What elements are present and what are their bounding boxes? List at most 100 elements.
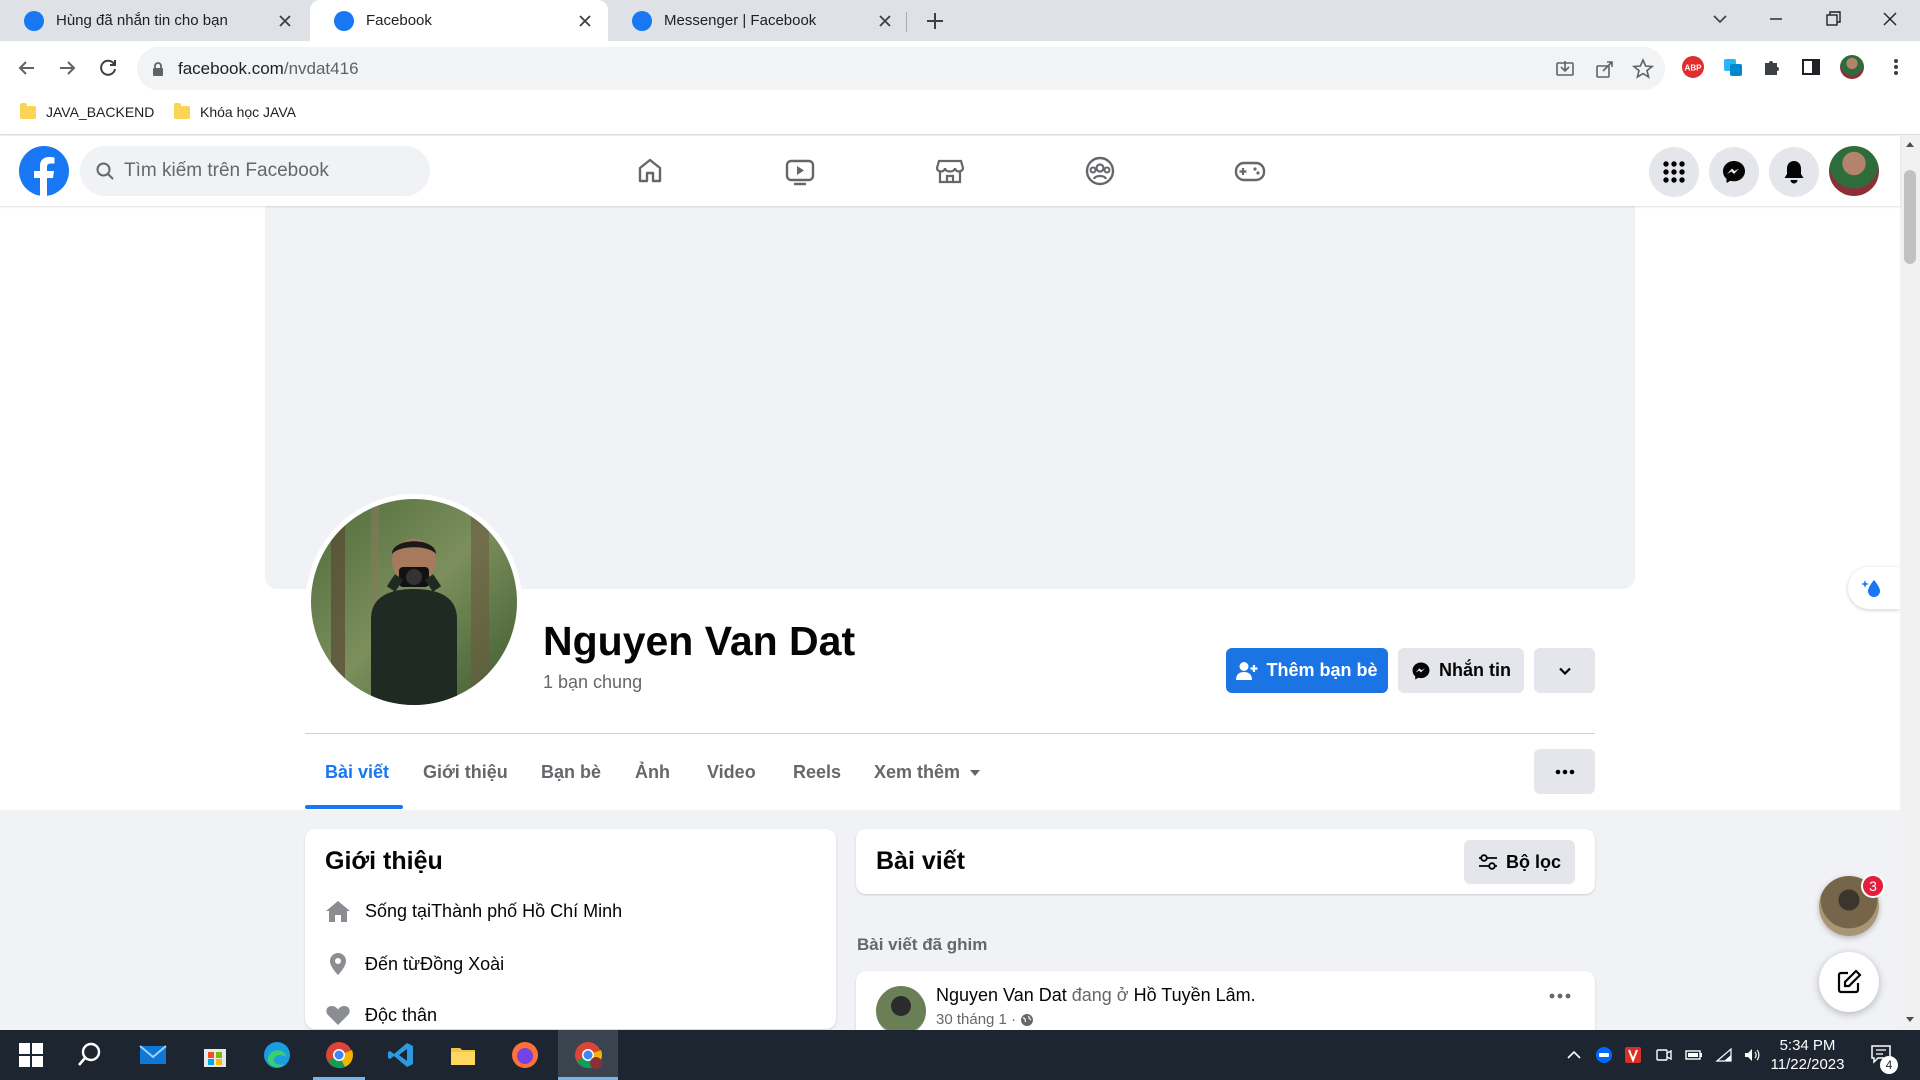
chrome-profile-avatar[interactable] [1840, 55, 1864, 79]
reload-icon[interactable] [95, 55, 121, 81]
new-tab-icon[interactable] [922, 8, 948, 34]
unikey-icon[interactable] [1624, 1046, 1642, 1064]
browser-tab[interactable]: Messenger | Facebook [608, 0, 908, 41]
meet-now-icon[interactable] [1655, 1046, 1673, 1064]
scroll-up-arrow-icon[interactable] [1905, 140, 1915, 148]
close-tab-icon[interactable] [876, 12, 894, 30]
post-author-name[interactable]: Nguyen Van Dat [936, 985, 1067, 1005]
scroll-down-arrow-icon[interactable] [1905, 1016, 1915, 1024]
search-icon[interactable] [75, 1040, 105, 1070]
tab-videos[interactable]: Video [707, 762, 756, 783]
system-clock[interactable]: 5:34 PM 11/22/2023 [1765, 1036, 1850, 1074]
battery-icon[interactable] [1685, 1046, 1703, 1064]
add-friend-button[interactable]: Thêm bạn bè [1226, 648, 1388, 693]
facebook-search[interactable] [80, 146, 430, 196]
tab-more-label: Xem thêm [874, 762, 961, 782]
mutual-friends-link[interactable]: 1 bạn chung [543, 672, 642, 693]
wifi-icon[interactable] [1715, 1046, 1733, 1064]
browser-tab-active[interactable]: Facebook [310, 0, 608, 41]
volume-icon[interactable] [1743, 1046, 1761, 1064]
gaming-icon[interactable] [1232, 153, 1268, 189]
watch-icon[interactable] [782, 153, 818, 189]
firefox-icon[interactable] [510, 1040, 540, 1070]
address-bar[interactable]: facebook.com/nvdat416 [137, 47, 1665, 90]
notification-count-badge: 4 [1880, 1056, 1898, 1074]
compose-icon [1837, 969, 1862, 994]
adblock-icon[interactable]: ABP [1681, 55, 1705, 79]
tab-title: Facebook [366, 12, 432, 29]
lock-icon[interactable] [151, 61, 165, 77]
install-app-icon[interactable] [1553, 57, 1577, 81]
mail-icon[interactable] [138, 1040, 168, 1070]
extensions-puzzle-icon[interactable] [1760, 55, 1784, 79]
profile-picture[interactable] [306, 494, 522, 710]
chrome-menu-icon[interactable] [1884, 55, 1908, 79]
tab-posts[interactable]: Bài viết [325, 762, 389, 783]
post-options-icon[interactable] [1549, 993, 1571, 999]
tab-more[interactable]: Xem thêm [874, 762, 982, 783]
show-hidden-icons-icon[interactable] [1565, 1046, 1583, 1064]
translate-extension-icon[interactable] [1721, 55, 1745, 79]
store-icon[interactable] [200, 1040, 230, 1070]
post-meta: 30 tháng 1 · [936, 1011, 1034, 1028]
tab-photos[interactable]: Ảnh [635, 762, 670, 783]
bookmark-folder-khoa-hoc-java[interactable]: Khóa học JAVA [174, 102, 296, 120]
close-tab-icon[interactable] [276, 12, 294, 30]
scrollbar-thumb[interactable] [1904, 170, 1916, 264]
home-icon[interactable] [632, 153, 668, 189]
chrome-profile-icon[interactable] [573, 1040, 603, 1070]
zalo-icon[interactable] [1595, 1046, 1613, 1064]
notifications-button[interactable] [1769, 147, 1819, 197]
tab-friends[interactable]: Bạn bè [541, 762, 601, 783]
intro-from-place[interactable]: Đồng Xoài [420, 954, 504, 975]
edge-icon[interactable] [262, 1040, 292, 1070]
account-avatar[interactable] [1829, 146, 1879, 196]
marketplace-icon[interactable] [932, 153, 968, 189]
tab-about[interactable]: Giới thiệu [423, 762, 508, 783]
facebook-logo-icon[interactable] [19, 146, 69, 196]
restore-icon[interactable] [1821, 7, 1845, 31]
tab-reels[interactable]: Reels [793, 762, 841, 783]
close-window-icon[interactable] [1878, 7, 1902, 31]
message-button[interactable]: Nhắn tin [1398, 648, 1524, 693]
chat-unread-badge: 3 [1861, 874, 1885, 898]
messenger-button[interactable] [1709, 147, 1759, 197]
more-actions-button[interactable] [1534, 648, 1595, 693]
new-message-button[interactable] [1819, 952, 1879, 1012]
file-explorer-icon[interactable] [448, 1040, 478, 1070]
menu-button[interactable] [1649, 147, 1699, 197]
forward-icon[interactable] [54, 55, 80, 81]
add-friend-label: Thêm bạn bè [1266, 660, 1378, 680]
post-author-avatar[interactable] [876, 986, 926, 1036]
post-date[interactable]: 30 tháng 1 · [936, 1011, 1020, 1028]
intro-card: Giới thiệu Sống tại Thành phố Hồ Chí Min… [305, 829, 836, 1029]
vscode-icon[interactable] [386, 1040, 416, 1070]
folder-icon [174, 102, 190, 119]
groups-icon[interactable] [1082, 153, 1118, 189]
bookmark-star-icon[interactable] [1631, 57, 1655, 81]
page-scrollbar[interactable] [1900, 136, 1920, 1030]
post-place-period: . [1250, 985, 1256, 1005]
search-input[interactable] [124, 160, 404, 182]
bookmark-folder-java-backend[interactable]: JAVA_BACKEND [20, 102, 155, 120]
bell-icon [1784, 161, 1804, 184]
share-icon[interactable] [1593, 57, 1617, 81]
windows-start-icon[interactable] [16, 1040, 46, 1070]
filter-button[interactable]: Bộ lọc [1463, 840, 1575, 884]
back-icon[interactable] [14, 55, 40, 81]
chrome-icon[interactable] [324, 1040, 354, 1070]
search-icon [96, 162, 114, 180]
intro-title: Giới thiệu [325, 847, 443, 875]
tab-search-icon[interactable] [1708, 7, 1732, 31]
side-panel-icon[interactable] [1799, 55, 1823, 79]
browser-tab[interactable]: Hùng đã nhắn tin cho bạn [0, 0, 308, 41]
intro-lives-place[interactable]: Thành phố Hồ Chí Minh [431, 901, 622, 922]
url-text[interactable]: facebook.com/nvdat416 [178, 59, 359, 79]
close-tab-icon[interactable] [576, 12, 594, 30]
side-widget-button[interactable] [1848, 567, 1900, 609]
profile-options-button[interactable] [1534, 749, 1595, 794]
chevron-down-icon [1558, 667, 1571, 675]
post-place-link[interactable]: Hồ Tuyền Lâm [1134, 985, 1251, 1005]
minimize-icon[interactable] [1764, 7, 1788, 31]
bookmark-label: JAVA_BACKEND [46, 104, 155, 120]
